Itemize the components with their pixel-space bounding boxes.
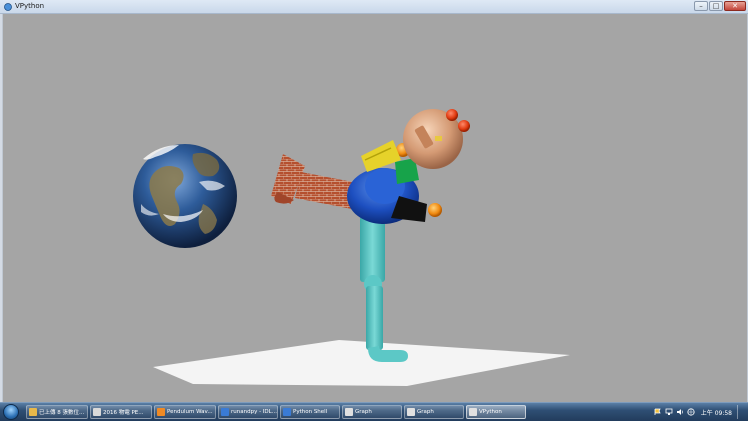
minimize-button[interactable]: – [694,1,708,11]
window-icon [407,408,415,416]
robot-standing-leg [360,216,408,362]
system-tray: 上午 09:58 [654,405,744,419]
windows-taskbar: 已上傳 8 張數位... 2016 物電 PE... Pendulum Wav.… [0,402,748,421]
start-button[interactable] [3,404,19,420]
scene-svg [133,109,570,386]
python-icon [283,408,291,416]
vpython-app-icon [3,2,12,11]
window-icon [345,408,353,416]
robot-yellow-pack [361,140,401,172]
vpython-3d-canvas[interactable] [2,14,748,402]
network-icon[interactable] [665,408,673,416]
window-icon [469,408,477,416]
folder-icon [29,408,37,416]
taskbar-clock[interactable]: 上午 09:58 [701,408,732,417]
browser-icon [157,408,165,416]
flag-icon[interactable] [654,408,662,416]
taskbar-item-photos[interactable]: 已上傳 8 張數位... [26,405,88,419]
window-controls: – □ ✕ [694,1,746,11]
taskbar-item-word-doc[interactable]: 2016 物電 PE... [90,405,152,419]
show-desktop-button[interactable] [737,405,744,419]
taskbar-item-python-shell[interactable]: Python Shell [280,405,340,419]
window-title-bar[interactable]: VPython – □ ✕ [0,0,748,14]
maximize-button[interactable]: □ [709,1,723,11]
taskbar-item-pendulum-wave[interactable]: Pendulum Wav... [154,405,216,419]
window-title: VPython [15,2,45,10]
language-icon[interactable] [687,408,695,416]
floor-plane [153,340,570,386]
close-button[interactable]: ✕ [724,1,746,11]
taskbar-item-vpython[interactable]: VPython [466,405,526,419]
taskbar-item-graph-2[interactable]: Graph [404,405,464,419]
python-icon [221,408,229,416]
taskbar-item-idle-editor[interactable]: runandpy - IDL... [218,405,278,419]
taskbar-item-graph-1[interactable]: Graph [342,405,402,419]
earth-globe [133,144,237,248]
document-icon [93,408,101,416]
robot-head [403,109,470,169]
volume-icon[interactable] [676,408,684,416]
